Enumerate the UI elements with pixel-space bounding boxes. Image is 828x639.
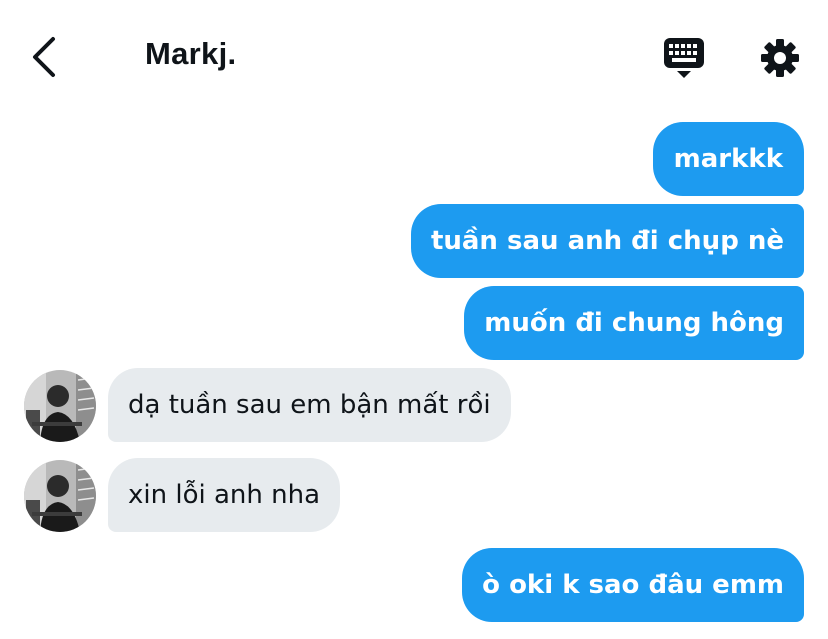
conversation-title[interactable]: Markj. [145,36,236,72]
sent-message-bubble[interactable]: muốn đi chung hông [464,286,804,360]
sent-message-bubble[interactable]: markkk [652,122,804,196]
keyboard-icon [664,38,704,78]
gear-icon [761,39,799,77]
contact-avatar[interactable] [24,460,96,532]
conversation-header: Markj. [0,0,828,110]
received-message-bubble[interactable]: xin lỗi anh nha [108,458,341,532]
back-button[interactable] [26,34,66,80]
received-message-bubble[interactable]: dạ tuần sau em bận mất rồi [108,368,511,442]
sent-message-bubble[interactable]: ò oki k sao đâu emm [462,548,804,622]
keyboard-toggle-button[interactable] [662,36,706,80]
chevron-left-icon [33,37,55,77]
contact-avatar-photo [24,370,96,442]
settings-button[interactable] [758,36,802,80]
sent-message-bubble[interactable]: tuần sau anh đi chụp nè [410,204,804,278]
contact-avatar-photo [24,460,96,532]
contact-avatar[interactable] [24,370,96,442]
